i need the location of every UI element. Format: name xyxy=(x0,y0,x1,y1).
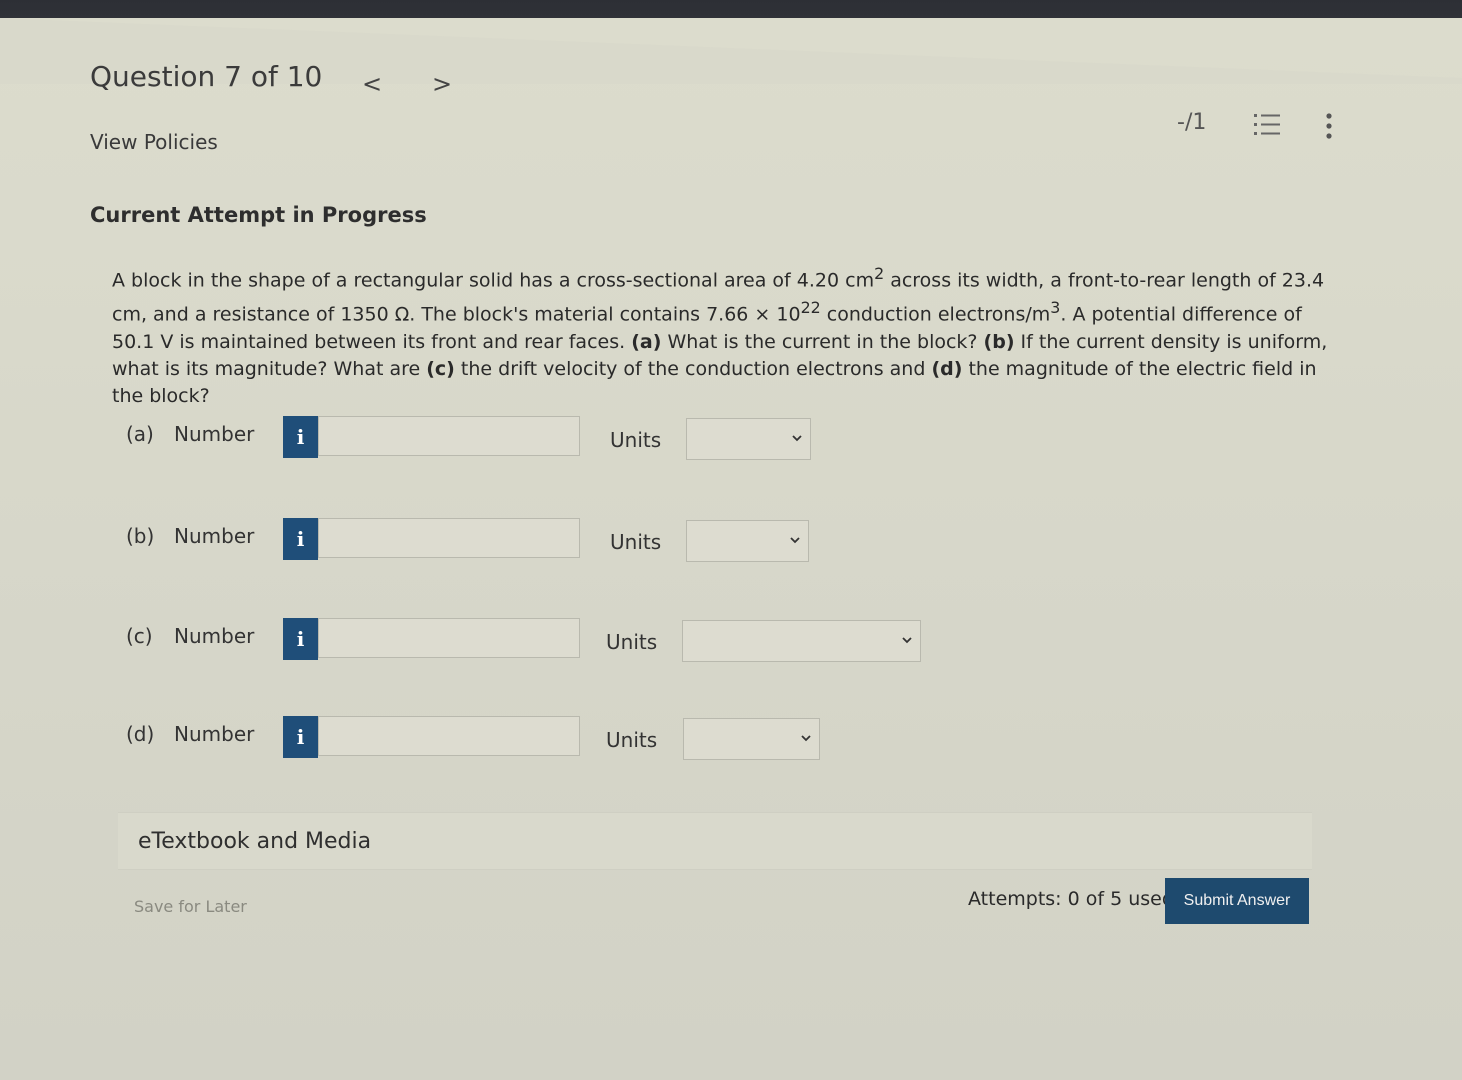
number-input-b[interactable] xyxy=(318,518,580,558)
number-label: Number xyxy=(174,624,255,648)
units-label: Units xyxy=(606,728,658,752)
units-select-d[interactable] xyxy=(683,718,820,760)
answer-row-b: (b) Number i Units xyxy=(0,518,1000,568)
part-label: (c) xyxy=(126,624,153,648)
info-icon[interactable]: i xyxy=(283,716,318,758)
number-label: Number xyxy=(174,524,255,548)
number-label: Number xyxy=(174,422,255,446)
number-label: Number xyxy=(174,722,255,746)
info-icon[interactable]: i xyxy=(283,618,318,660)
units-label: Units xyxy=(606,630,658,654)
units-select-a[interactable] xyxy=(686,418,811,460)
view-policies-link[interactable]: View Policies xyxy=(90,130,218,154)
number-input-d[interactable] xyxy=(318,716,580,756)
attempt-heading: Current Attempt in Progress xyxy=(90,203,427,227)
more-vertical-icon[interactable] xyxy=(1322,112,1336,140)
save-for-later-button[interactable]: Save for Later xyxy=(128,890,274,924)
question-score: -/1 xyxy=(1177,110,1207,135)
chevron-down-icon xyxy=(801,735,811,742)
part-label: (a) xyxy=(126,422,154,446)
chevron-down-icon xyxy=(790,537,800,544)
chevron-down-icon xyxy=(792,435,802,442)
units-select-b[interactable] xyxy=(686,520,809,562)
units-label: Units xyxy=(610,530,662,554)
chevron-down-icon xyxy=(902,637,912,644)
part-label: (d) xyxy=(126,722,155,746)
answer-row-a: (a) Number i Units xyxy=(0,416,1000,466)
question-title: Question 7 of 10 xyxy=(90,60,323,93)
attempts-counter: Attempts: 0 of 5 used xyxy=(968,888,1174,910)
answer-row-d: (d) Number i Units xyxy=(0,716,1000,766)
info-icon[interactable]: i xyxy=(283,518,318,560)
list-icon[interactable] xyxy=(1254,112,1282,138)
number-input-a[interactable] xyxy=(318,416,580,456)
next-question-button[interactable]: > xyxy=(432,70,452,98)
info-icon[interactable]: i xyxy=(283,416,318,458)
etextbook-media-link[interactable]: eTextbook and Media xyxy=(138,829,371,854)
units-label: Units xyxy=(610,428,662,452)
number-input-c[interactable] xyxy=(318,618,580,658)
units-select-c[interactable] xyxy=(682,620,921,662)
previous-question-button[interactable]: < xyxy=(362,70,382,98)
submit-answer-button[interactable]: Submit Answer xyxy=(1165,878,1309,924)
part-label: (b) xyxy=(126,524,155,548)
problem-text: A block in the shape of a rectangular so… xyxy=(112,264,1328,407)
etextbook-panel: eTextbook and Media xyxy=(118,812,1312,870)
answer-row-c: (c) Number i Units xyxy=(0,618,1000,668)
